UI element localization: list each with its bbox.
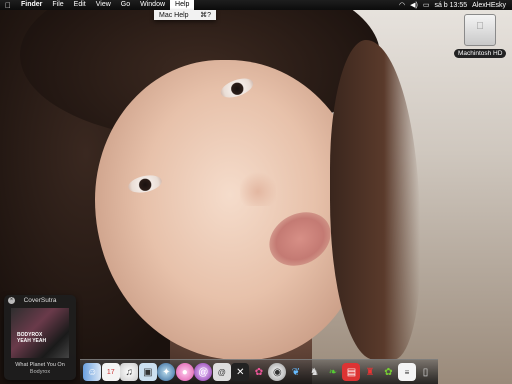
flower-icon[interactable]: ✿ [250, 363, 268, 381]
artist-name: Bodyrox [29, 369, 51, 375]
album-art-text: BODYROX YEAH YEAH [17, 332, 47, 344]
user-name[interactable]: AlexHEsky [472, 2, 506, 9]
close-icon[interactable]: × [8, 297, 15, 304]
menu-help[interactable]: Help [170, 0, 195, 10]
iphoto-icon[interactable]: ▣ [138, 363, 157, 381]
tool-icon[interactable]: ♞ [305, 363, 323, 381]
game-icon[interactable]: ♜ [361, 363, 379, 381]
trash-icon[interactable]: ▯ [417, 363, 435, 381]
leaf-icon[interactable]: ❧ [324, 363, 342, 381]
spiral-icon[interactable]: @ [194, 363, 213, 381]
frog-icon[interactable]: ✿ [380, 363, 398, 381]
macintosh-hd-icon[interactable]:  Machintosh HD [454, 14, 507, 58]
apple-icon[interactable]:  [0, 1, 16, 10]
drive-label[interactable]: Machintosh HD [454, 49, 507, 58]
dock: ☺ 17 ♫ ▣ ✦ ● @ @ ✕ ✿ ◉ ❦ ♞ ❧ ▤ ♜ ✿ ≡ ▯ [80, 359, 438, 384]
volume-icon[interactable]: ◀) [410, 1, 418, 9]
ical-icon[interactable]: 17 [101, 363, 120, 381]
x11-icon[interactable]: ✕ [231, 363, 250, 381]
photobooth-icon[interactable]: ▤ [342, 363, 361, 381]
ichat-icon[interactable]: ● [175, 363, 194, 381]
mac-help-shortcut: ⌘? [200, 12, 211, 19]
address-icon[interactable]: @ [212, 363, 231, 381]
wifi-icon[interactable]: ◠ [399, 1, 405, 9]
textedit-icon[interactable]: ≡ [398, 363, 417, 381]
help-menu-dropdown: Mac Help ⌘? [154, 10, 216, 20]
song-title: What Planet You On [15, 362, 65, 368]
menu-go[interactable]: Go [116, 0, 135, 10]
clock[interactable]: sá b 13:55 [434, 2, 467, 9]
itunes-icon[interactable]: ♫ [120, 363, 139, 381]
menu-finder[interactable]: Finder [16, 0, 47, 10]
coversutra-widget: × CoverSutra BODYROX YEAH YEAH What Plan… [4, 295, 76, 380]
menu-view[interactable]: View [91, 0, 116, 10]
menu-edit[interactable]: Edit [69, 0, 91, 10]
menu-window[interactable]: Window [135, 0, 170, 10]
finder-icon[interactable]: ☺ [83, 363, 102, 381]
mac-help-item[interactable]: Mac Help [159, 12, 189, 19]
safari-icon[interactable]: ✦ [157, 363, 176, 381]
menu-file[interactable]: File [47, 0, 68, 10]
desktop-wallpaper [0, 0, 512, 384]
album-art[interactable]: BODYROX YEAH YEAH [11, 308, 69, 358]
battery-icon[interactable]: ▭ [423, 1, 430, 9]
widget-title: CoverSutra [23, 297, 57, 304]
disk-icon[interactable]: ◉ [268, 363, 287, 381]
menu-bar:  Finder File Edit View Go Window Help ◠… [0, 0, 512, 10]
feather-icon[interactable]: ❦ [287, 363, 305, 381]
hard-drive-icon[interactable]:  [464, 14, 496, 46]
